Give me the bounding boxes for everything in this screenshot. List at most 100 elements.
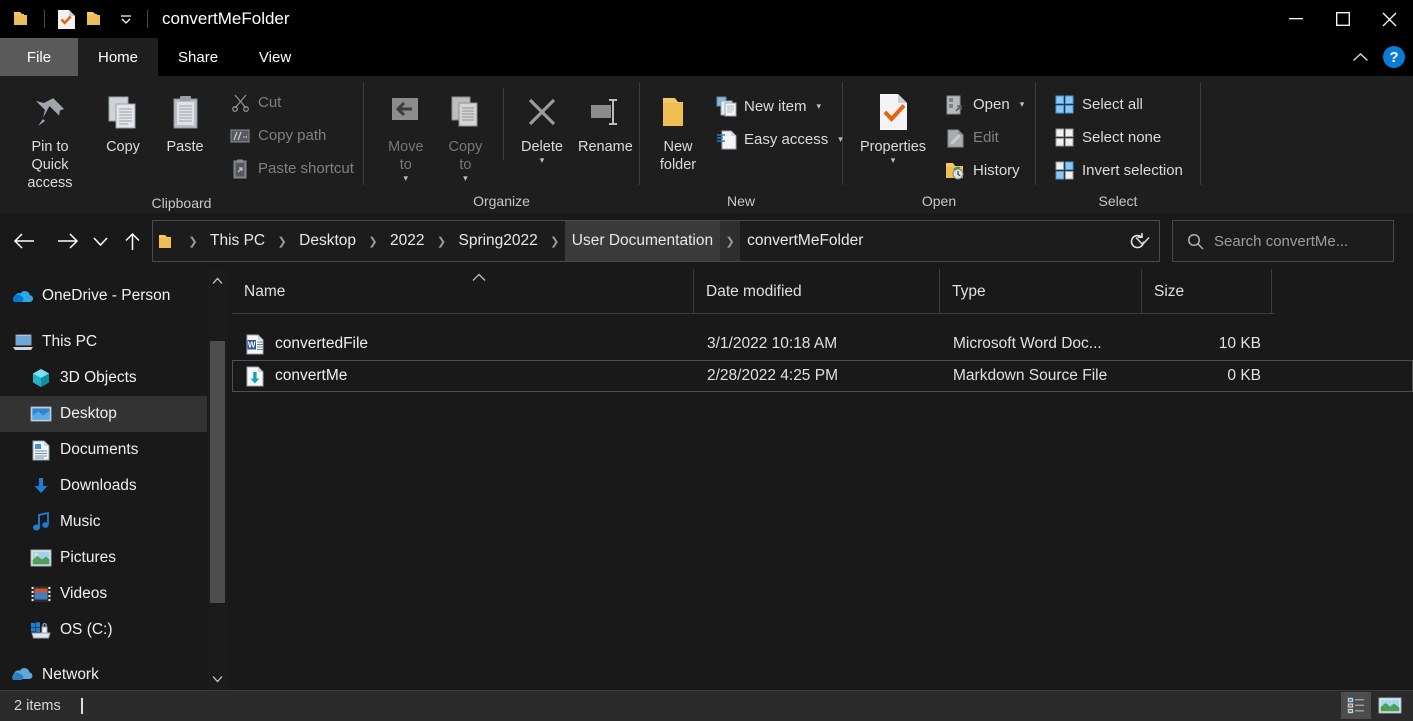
move-to-icon: [386, 88, 426, 136]
column-header-name[interactable]: Name: [232, 269, 694, 314]
os-drive-icon: [30, 619, 52, 641]
breadcrumb-item-desktop[interactable]: Desktop: [292, 221, 363, 261]
tab-home[interactable]: Home: [78, 38, 159, 76]
sidebar-item-this-pc[interactable]: This PC: [0, 324, 207, 360]
invert-selection-icon: [1053, 160, 1075, 182]
network-icon: [12, 664, 34, 686]
scrollbar-thumb[interactable]: [210, 341, 225, 603]
breadcrumb-item-convertmefolder[interactable]: convertMeFolder: [740, 221, 870, 261]
new-folder-button[interactable]: New folder: [650, 84, 706, 174]
tab-view[interactable]: View: [238, 38, 312, 76]
file-rows: W convertedFile 3/1/2022 10:18 AM Micros…: [232, 328, 1413, 392]
cut-button[interactable]: Cut: [222, 86, 361, 119]
chevron-up-icon[interactable]: [1347, 44, 1373, 70]
breadcrumb-separator[interactable]: ❯: [363, 221, 383, 261]
sidebar-item-label: OneDrive - Person: [42, 287, 171, 304]
paste-button[interactable]: Paste: [154, 84, 216, 156]
sidebar-item-documents[interactable]: Documents: [0, 432, 207, 468]
documents-icon: [30, 439, 52, 461]
open-button[interactable]: Open ▾: [937, 88, 1031, 121]
search-box[interactable]: Search convertMe...: [1172, 220, 1394, 262]
invert-selection-button[interactable]: Invert selection: [1046, 154, 1190, 187]
sidebar-scrollbar[interactable]: [207, 269, 228, 690]
breadcrumb-item-user-documentation[interactable]: User Documentation: [564, 221, 721, 261]
chevron-down-icon[interactable]: ▾: [540, 156, 545, 165]
column-header-type[interactable]: Type: [940, 269, 1142, 314]
delete-button[interactable]: Delete ▾: [512, 84, 572, 165]
details-view-button[interactable]: [1341, 692, 1371, 719]
scissors-icon: [229, 92, 251, 114]
breadcrumb-separator[interactable]: ❯: [272, 221, 292, 261]
scroll-up-arrow-icon[interactable]: [207, 269, 228, 292]
button-label: Copy path: [258, 127, 327, 144]
history-button[interactable]: History: [937, 154, 1031, 187]
sidebar-item-network[interactable]: Network: [0, 657, 207, 690]
table-row[interactable]: convertMe 2/28/2022 4:25 PM Markdown Sou…: [232, 360, 1413, 392]
large-icons-view-button[interactable]: [1375, 692, 1405, 719]
delete-x-icon: [522, 88, 562, 136]
sidebar-item-onedrive[interactable]: OneDrive - Person: [0, 278, 207, 314]
folder-icon[interactable]: [9, 5, 37, 33]
sidebar-item-downloads[interactable]: Downloads: [0, 468, 207, 504]
sidebar-item-videos[interactable]: Videos: [0, 576, 207, 612]
open-icon: [944, 94, 966, 116]
help-button[interactable]: ?: [1383, 46, 1405, 68]
close-button[interactable]: [1366, 0, 1413, 38]
column-header-date-modified[interactable]: Date modified: [694, 269, 940, 314]
clipboard-small-buttons: Cut Copy path Paste shortcut: [222, 84, 361, 185]
refresh-button[interactable]: [1118, 222, 1156, 260]
breadcrumb-item-spring2022[interactable]: Spring2022: [451, 221, 544, 261]
select-none-button[interactable]: Select none: [1046, 121, 1190, 154]
move-to-button[interactable]: Move to ▾: [376, 84, 436, 183]
customize-dropdown-icon[interactable]: [112, 5, 140, 33]
button-label: Select none: [1082, 129, 1162, 146]
new-item-button[interactable]: New item ▾: [708, 90, 850, 123]
minimize-button[interactable]: [1272, 0, 1319, 38]
sidebar-item-os-drive[interactable]: OS (C:): [0, 612, 207, 648]
sidebar-item-music[interactable]: Music: [0, 504, 207, 540]
up-button[interactable]: [116, 224, 148, 258]
properties-button[interactable]: Properties ▾: [851, 84, 935, 165]
recent-locations-button[interactable]: [84, 224, 116, 258]
breadcrumb-path-bar[interactable]: ❯ This PC ❯ Desktop ❯ 2022 ❯ Spring2022 …: [152, 220, 1160, 262]
select-all-button[interactable]: Select all: [1046, 88, 1190, 121]
chevron-down-icon[interactable]: ▾: [463, 174, 468, 183]
table-row[interactable]: W convertedFile 3/1/2022 10:18 AM Micros…: [232, 328, 1413, 360]
scroll-down-arrow-icon[interactable]: [207, 667, 228, 690]
breadcrumb-separator[interactable]: ❯: [183, 221, 203, 261]
forward-button[interactable]: [52, 224, 84, 258]
tab-file[interactable]: File: [0, 38, 78, 76]
sidebar-item-desktop[interactable]: Desktop: [0, 396, 207, 432]
paste-shortcut-button[interactable]: Paste shortcut: [222, 152, 361, 185]
new-folder-icon[interactable]: [82, 5, 110, 33]
chevron-down-icon[interactable]: ▾: [817, 101, 822, 112]
search-input[interactable]: Search convertMe...: [1214, 233, 1348, 250]
button-label: Delete: [521, 139, 563, 155]
back-button[interactable]: [8, 224, 40, 258]
pin-to-quick-access-button[interactable]: Pin to Quick access: [8, 84, 92, 192]
copy-path-button[interactable]: Copy path: [222, 119, 361, 152]
breadcrumb-item-2022[interactable]: 2022: [383, 221, 431, 261]
breadcrumb-separator[interactable]: ❯: [720, 221, 741, 261]
copy-to-button[interactable]: Copy to ▾: [436, 84, 496, 183]
breadcrumb-separator[interactable]: ❯: [545, 221, 565, 261]
pictures-icon: [30, 547, 52, 569]
sidebar-item-label: Music: [60, 513, 101, 530]
sidebar-item-3d-objects[interactable]: 3D Objects: [0, 360, 207, 396]
column-header-size[interactable]: Size: [1142, 269, 1272, 314]
breadcrumb-item-this-pc[interactable]: This PC: [203, 221, 272, 261]
properties-checkmark-icon[interactable]: [52, 5, 80, 33]
chevron-down-icon[interactable]: ▾: [1020, 99, 1025, 110]
chevron-down-icon[interactable]: ▾: [404, 174, 409, 183]
new-folder-icon: [658, 88, 698, 136]
easy-access-button[interactable]: Easy access ▾: [708, 123, 850, 156]
maximize-button[interactable]: [1319, 0, 1366, 38]
copy-button[interactable]: Copy: [92, 84, 154, 156]
rename-button[interactable]: Rename: [572, 84, 639, 156]
chevron-down-icon[interactable]: ▾: [891, 156, 896, 165]
edit-icon: [944, 127, 966, 149]
tab-share[interactable]: Share: [158, 38, 238, 76]
edit-button[interactable]: Edit: [937, 121, 1031, 154]
sidebar-item-pictures[interactable]: Pictures: [0, 540, 207, 576]
breadcrumb-separator[interactable]: ❯: [431, 221, 451, 261]
